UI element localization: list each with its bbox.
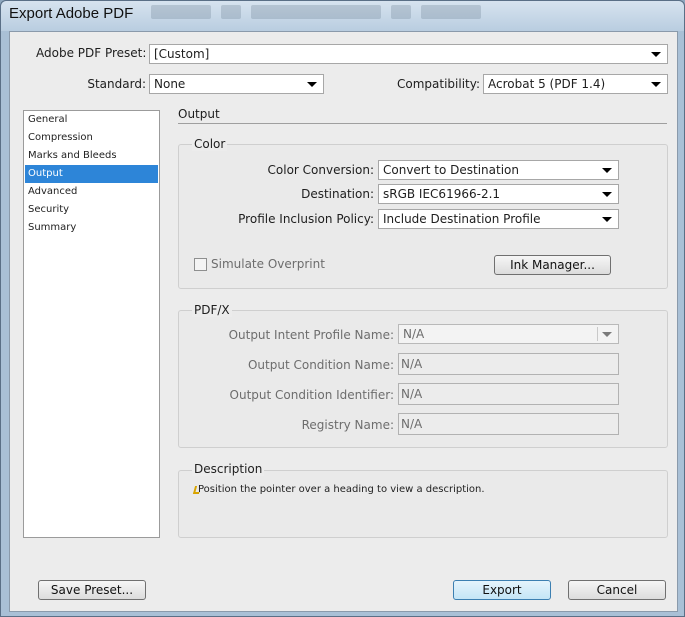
chevron-down-icon [651,82,661,87]
compatibility-value: Acrobat 5 (PDF 1.4) [488,77,606,91]
output-condition-name-label: Output Condition Name: [247,358,394,372]
background-toolbar-blur [421,5,481,19]
output-intent-label: Output Intent Profile Name: [228,328,394,342]
dropdown-separator [597,327,598,341]
profile-inclusion-label: Profile Inclusion Policy: [238,212,374,226]
standard-label: Standard: [87,77,146,91]
save-preset-button[interactable]: Save Preset... [38,580,146,600]
output-condition-name-field[interactable]: N/A [398,353,619,375]
description-group [178,470,668,538]
background-toolbar-blur [151,5,211,19]
dialog-body: Adobe PDF Preset: [Custom] Standard: Non… [9,31,678,612]
color-conversion-value: Convert to Destination [383,163,519,177]
profile-inclusion-value: Include Destination Profile [383,212,541,226]
sidebar-item-output[interactable]: Output [25,165,158,183]
sidebar-item-security[interactable]: Security [25,201,158,219]
chevron-down-icon [307,82,317,87]
export-pdf-dialog: Export Adobe PDF Adobe PDF Preset: [Cust… [0,0,685,617]
description-group-title: Description [192,462,265,476]
panel-divider [178,123,667,124]
chevron-down-icon [602,168,612,173]
output-intent-dropdown[interactable]: N/A [398,324,619,344]
output-condition-identifier-field[interactable]: N/A [398,383,619,405]
standard-dropdown[interactable]: None [149,74,324,94]
chevron-down-icon [602,332,612,337]
output-condition-identifier-label: Output Condition Identifier: [229,388,394,402]
registry-name-label: Registry Name: [301,418,394,432]
background-toolbar-blur [391,5,411,19]
description-text: Position the pointer over a heading to v… [198,484,485,495]
background-toolbar-blur [251,5,381,19]
sidebar-item-general[interactable]: General [25,111,158,129]
sidebar-item-advanced[interactable]: Advanced [25,183,158,201]
color-group-title: Color [192,137,228,151]
standard-value: None [154,77,186,91]
window-title: Export Adobe PDF [9,5,134,22]
cancel-button[interactable]: Cancel [568,580,666,600]
sidebar-item-compression[interactable]: Compression [25,129,158,147]
sidebar-item-marks-and-bleeds[interactable]: Marks and Bleeds [25,147,158,165]
ink-manager-button[interactable]: Ink Manager... [494,255,611,275]
destination-value: sRGB IEC61966-2.1 [383,187,501,201]
chevron-down-icon [651,52,661,57]
destination-label: Destination: [301,187,374,201]
output-intent-value: N/A [403,327,425,341]
preset-label: Adobe PDF Preset: [36,46,147,60]
background-toolbar-blur [221,5,241,19]
pdfx-group-title: PDF/X [192,303,232,317]
color-conversion-label: Color Conversion: [267,163,374,177]
export-button[interactable]: Export [453,580,551,600]
color-conversion-dropdown[interactable]: Convert to Destination [378,160,619,180]
chevron-down-icon [602,192,612,197]
registry-name-field[interactable]: N/A [398,413,619,435]
category-list[interactable]: General Compression Marks and Bleeds Out… [23,110,160,538]
title-bar[interactable]: Export Adobe PDF [1,1,684,31]
panel-title: Output [178,107,220,121]
compatibility-label: Compatibility: [396,77,480,91]
preset-value: [Custom] [154,47,210,61]
profile-inclusion-dropdown[interactable]: Include Destination Profile [378,209,619,229]
sidebar-item-summary[interactable]: Summary [25,219,158,237]
destination-dropdown[interactable]: sRGB IEC61966-2.1 [378,184,619,204]
preset-dropdown[interactable]: [Custom] [149,44,668,64]
simulate-overprint-checkbox[interactable] [194,258,207,271]
chevron-down-icon [602,217,612,222]
compatibility-dropdown[interactable]: Acrobat 5 (PDF 1.4) [483,74,668,94]
simulate-overprint-label: Simulate Overprint [211,257,325,271]
